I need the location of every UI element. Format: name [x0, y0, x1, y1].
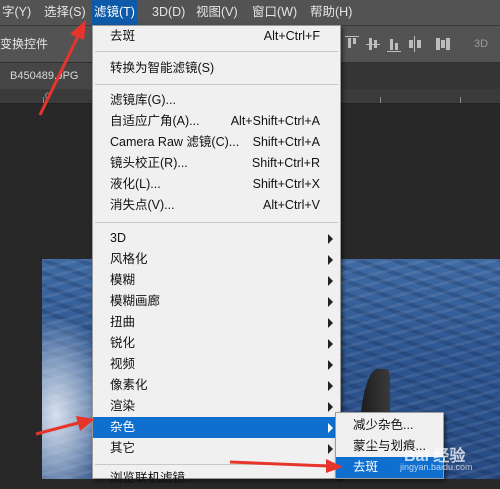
arrow-to-noise-icon [35, 416, 95, 436]
arrow-to-despeckle-icon [229, 459, 343, 473]
annotation-arrows [35, 20, 343, 473]
arrow-to-filter-menu-icon [38, 20, 86, 116]
